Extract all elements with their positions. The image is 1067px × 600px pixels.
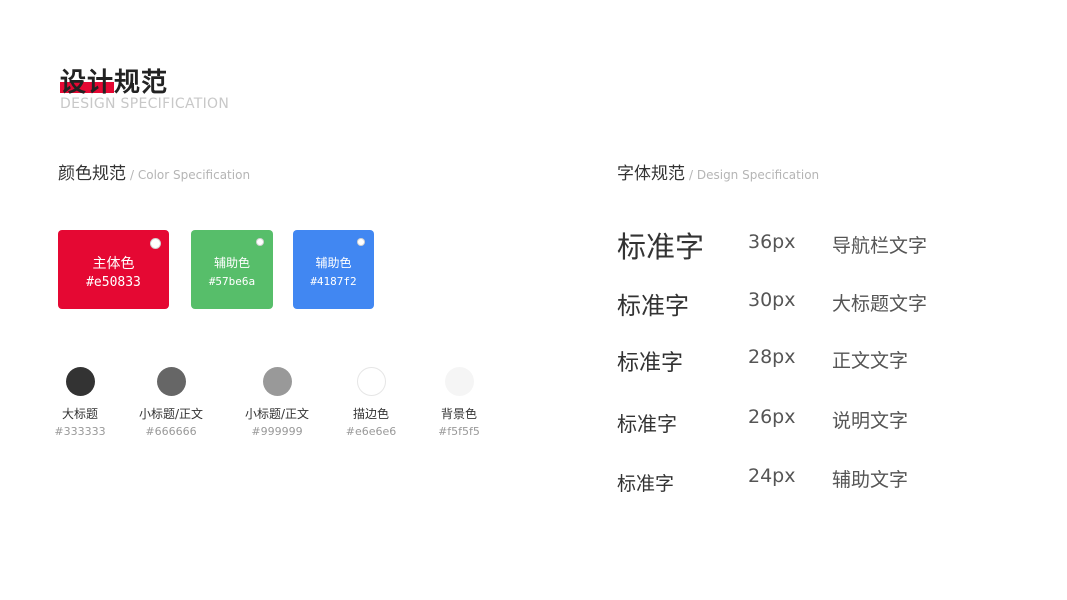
swatch-hex: #4187f2: [310, 275, 357, 288]
card-hole-icon: [150, 238, 161, 249]
font-section-title: 字体规范: [617, 164, 685, 184]
color-dot: [156, 367, 186, 396]
neutral-swatch-background: 背景色 #f5f5f5: [409, 367, 509, 438]
swatch-card-blue: 辅助色 #4187f2: [293, 230, 374, 309]
neutral-swatch-light: 小标题/正文 #999999: [227, 367, 327, 438]
font-usage-36: 导航栏文字: [832, 235, 928, 257]
neutral-label: 小标题/正文: [244, 407, 310, 421]
neutral-label: 描边色: [352, 407, 389, 421]
swatch-hex: #57be6a: [208, 275, 256, 288]
font-size-24: 24px: [748, 465, 796, 487]
color-dot: [356, 367, 386, 396]
card-hole-icon: [256, 238, 264, 246]
neutral-hex: #666666: [145, 425, 197, 438]
neutral-label: 背景色: [440, 407, 477, 421]
neutral-swatch-dark: 大标题 #333333: [30, 367, 130, 438]
font-size-36: 36px: [748, 231, 796, 253]
neutral-swatch-mid: 小标题/正文 #666666: [121, 367, 221, 438]
swatch-hex: #e50833: [86, 275, 141, 290]
font-section-heading: 字体规范 / Design Specification: [617, 159, 819, 184]
font-usage-30: 大标题文字: [832, 293, 928, 315]
font-sample-24: 标准字: [617, 473, 675, 495]
neutral-swatch-border: 描边色 #e6e6e6: [321, 367, 421, 438]
color-dot: [262, 367, 292, 396]
card-hole-icon: [357, 238, 365, 246]
swatch-name: 主体色: [92, 256, 135, 272]
swatch-card-primary: 主体色 #e50833: [58, 230, 169, 309]
font-usage-28: 正文文字: [832, 350, 909, 372]
neutral-hex: #333333: [54, 425, 106, 438]
font-sample-36: 标准字: [617, 230, 705, 264]
neutral-hex: #999999: [251, 425, 303, 438]
color-dot: [65, 367, 95, 396]
color-section-title: 颜色规范: [58, 164, 126, 184]
neutral-hex: #f5f5f5: [438, 425, 480, 438]
neutral-hex: #e6e6e6: [345, 425, 397, 438]
font-sample-30: 标准字: [617, 292, 689, 320]
page-title: 设计规范: [60, 68, 169, 98]
font-usage-24: 辅助文字: [832, 469, 909, 491]
neutral-label: 大标题: [61, 407, 98, 421]
font-size-28: 28px: [748, 346, 796, 368]
font-sample-28: 标准字: [617, 351, 684, 376]
font-sample-26: 标准字: [617, 412, 677, 436]
color-section-subtitle: / Color Specification: [130, 168, 251, 182]
neutral-label: 小标题/正文: [138, 407, 204, 421]
font-usage-26: 说明文字: [832, 410, 909, 432]
font-size-30: 30px: [748, 289, 796, 311]
swatch-name: 辅助色: [315, 256, 352, 270]
swatch-name: 辅助色: [213, 256, 250, 270]
swatch-card-green: 辅助色 #57be6a: [191, 230, 273, 309]
page-subtitle: DESIGN SPECIFICATION: [60, 96, 230, 112]
font-size-26: 26px: [748, 406, 796, 428]
font-section-subtitle: / Design Specification: [689, 168, 820, 182]
color-dot: [444, 367, 474, 396]
color-section-heading: 颜色规范 / Color Specification: [58, 159, 250, 184]
